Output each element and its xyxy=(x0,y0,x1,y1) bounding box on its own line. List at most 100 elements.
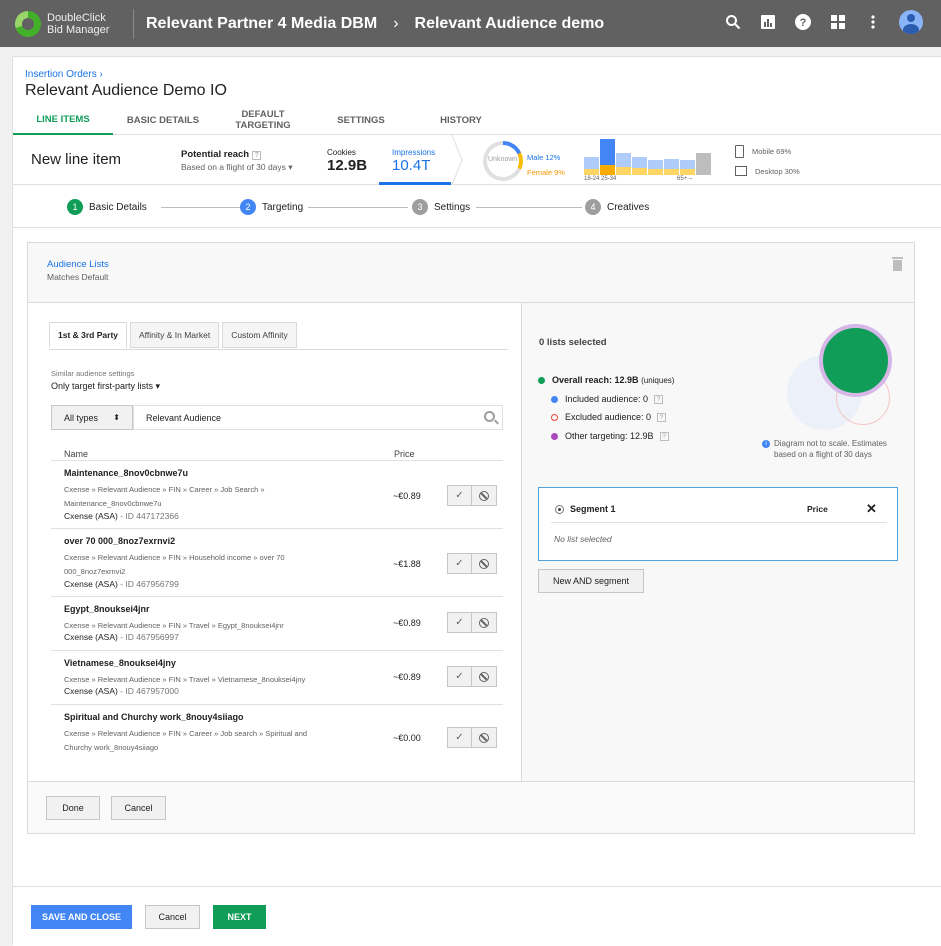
audience-lists-card: Audience Lists Matches Default 1st & 3rd… xyxy=(27,242,915,834)
app-header: DoubleClick Bid Manager Relevant Partner… xyxy=(0,0,941,47)
campaign-name[interactable]: Relevant Audience demo xyxy=(415,15,605,33)
list-price: ~€0.89 xyxy=(393,618,421,628)
list-path: Cxense » Relevant Audience » FIN » Caree… xyxy=(64,485,265,508)
tab-affinity-in-market[interactable]: Affinity & In Market xyxy=(130,322,220,348)
age-bar xyxy=(584,157,599,175)
check-icon: ✓ xyxy=(455,617,464,628)
type-filter-select[interactable]: All types ⬍ xyxy=(51,405,133,430)
bottom-action-bar: SAVE AND CLOSE Cancel NEXT xyxy=(13,886,941,946)
cancel-button[interactable]: Cancel xyxy=(111,796,166,820)
table-row: Vietnamese_8nouksei4jny Cxense » Relevan… xyxy=(51,651,503,705)
close-icon[interactable]: ✕ xyxy=(866,501,877,517)
save-and-close-button[interactable]: SAVE AND CLOSE xyxy=(31,905,132,929)
table-row: over 70 000_8noz7exrnvi2 Cxense » Releva… xyxy=(51,529,503,597)
excluded-help-icon[interactable]: ? xyxy=(657,412,667,422)
type-filter-value: All types xyxy=(64,413,99,423)
step-creatives[interactable]: 4 Creatives xyxy=(585,199,649,215)
included-audience-legend: Included audience: 0? xyxy=(551,394,664,404)
column-header-price[interactable]: Price xyxy=(394,449,415,459)
segment-radio[interactable] xyxy=(555,505,564,514)
reach-help-icon[interactable]: ? xyxy=(252,151,262,160)
step-label: Creatives xyxy=(607,201,650,213)
other-targeting-legend: Other targeting: 12.9B? xyxy=(551,431,669,441)
list-id: - ID 467956997 xyxy=(120,632,179,642)
column-header-name[interactable]: Name xyxy=(64,449,88,459)
step-connector xyxy=(476,207,582,208)
advertiser-name[interactable]: Relevant Partner 4 Media DBM xyxy=(146,15,377,33)
impressions-label: Impressions xyxy=(392,148,436,157)
check-icon: ✓ xyxy=(455,490,464,501)
flight-duration-dropdown[interactable]: Based on a flight of 30 days ▾ xyxy=(181,162,293,173)
include-button[interactable]: ✓ xyxy=(447,666,472,687)
help-icon[interactable]: ? xyxy=(794,13,812,31)
apps-icon[interactable] xyxy=(829,13,847,31)
search-value: Relevant Audience xyxy=(146,413,222,423)
audience-card-header: Audience Lists Matches Default xyxy=(28,243,914,303)
included-help-icon[interactable]: ? xyxy=(654,394,664,404)
tab-line-items[interactable]: LINE ITEMS xyxy=(13,105,113,135)
list-path: Cxense » Relevant Audience » FIN » House… xyxy=(64,553,285,576)
io-tabs: LINE ITEMS BASIC DETAILS DEFAULT TARGETI… xyxy=(13,105,941,135)
include-button[interactable]: ✓ xyxy=(447,727,472,748)
search-icon[interactable] xyxy=(724,13,742,31)
include-button[interactable]: ✓ xyxy=(447,553,472,574)
step-basic-details[interactable]: 1 Basic Details xyxy=(67,199,147,215)
step-settings[interactable]: 3 Settings xyxy=(412,199,470,215)
exclude-button[interactable] xyxy=(472,612,497,633)
line-item-summary: New line item Potential reach? Based on … xyxy=(13,135,941,185)
breadcrumb[interactable]: Insertion Orders › xyxy=(25,69,103,80)
age-bar xyxy=(616,153,631,175)
audience-search-input[interactable]: Relevant Audience xyxy=(133,405,503,430)
exclude-button[interactable] xyxy=(472,553,497,574)
line-item-name: New line item xyxy=(31,151,122,168)
step-number: 2 xyxy=(240,199,256,215)
tab-default-targeting[interactable]: DEFAULT TARGETING xyxy=(213,105,313,135)
tab-custom-affinity[interactable]: Custom Affinity xyxy=(222,322,297,348)
cookies-metric[interactable]: Cookies 12.9B xyxy=(327,148,367,174)
other-dot-icon xyxy=(551,432,558,440)
more-vert-icon[interactable] xyxy=(864,13,882,31)
age-bar xyxy=(664,159,679,175)
table-row: Maintenance_8nov0cbnwe7u Cxense » Releva… xyxy=(51,461,503,529)
reports-icon[interactable] xyxy=(759,13,777,31)
trash-icon[interactable] xyxy=(892,257,903,271)
impressions-metric[interactable]: Impressions 10.4T xyxy=(379,135,451,185)
include-button[interactable]: ✓ xyxy=(447,612,472,633)
exclude-button[interactable] xyxy=(472,666,497,687)
tab-basic-details[interactable]: BASIC DETAILS xyxy=(113,105,213,135)
list-price: ~€0.89 xyxy=(393,491,421,501)
step-targeting[interactable]: 2 Targeting xyxy=(240,199,303,215)
lists-selected-count: 0 lists selected xyxy=(539,337,607,348)
wizard-steps: 1 Basic Details 2 Targeting 3 Settings 4… xyxy=(13,185,941,228)
logo-line1: DoubleClick xyxy=(47,11,106,24)
other-help-icon[interactable]: ? xyxy=(659,431,669,441)
age-bar xyxy=(696,153,711,175)
done-button[interactable]: Done xyxy=(46,796,100,820)
exclude-button[interactable] xyxy=(472,485,497,506)
audience-type-tabs: 1st & 3rd Party Affinity & In Market Cus… xyxy=(49,322,300,349)
avatar[interactable] xyxy=(899,10,923,34)
include-button[interactable]: ✓ xyxy=(447,485,472,506)
exclude-button[interactable] xyxy=(472,727,497,748)
doubleclick-logo-icon xyxy=(15,10,41,37)
new-and-segment-button[interactable]: New AND segment xyxy=(538,569,644,593)
next-button[interactable]: NEXT xyxy=(213,905,266,929)
block-icon xyxy=(479,617,489,628)
step-label: Targeting xyxy=(262,201,304,213)
tab-settings[interactable]: SETTINGS xyxy=(313,105,409,135)
bottom-cancel-button[interactable]: Cancel xyxy=(145,905,200,929)
list-path: Cxense » Relevant Audience » FIN » Caree… xyxy=(64,729,308,752)
similar-audience-dropdown[interactable]: Only target first-party lists ▾ xyxy=(51,381,160,392)
included-dot-icon xyxy=(551,395,558,403)
list-path: Cxense » Relevant Audience » FIN » Trave… xyxy=(64,621,284,630)
app-logo[interactable]: DoubleClick Bid Manager xyxy=(15,10,121,37)
diagram-note: i Diagram not to scale. Estimates based … xyxy=(762,439,904,460)
audience-lists-subtitle: Matches Default xyxy=(47,272,109,282)
step-label: Basic Details xyxy=(89,201,147,213)
search-icon[interactable] xyxy=(484,411,495,422)
segment-empty-text: No list selected xyxy=(554,534,612,544)
audience-lists-title[interactable]: Audience Lists xyxy=(47,259,109,270)
tab-first-third-party[interactable]: 1st & 3rd Party xyxy=(49,322,127,348)
tab-history[interactable]: HISTORY xyxy=(409,105,513,135)
list-source: Cxense (ASA) xyxy=(64,632,118,642)
